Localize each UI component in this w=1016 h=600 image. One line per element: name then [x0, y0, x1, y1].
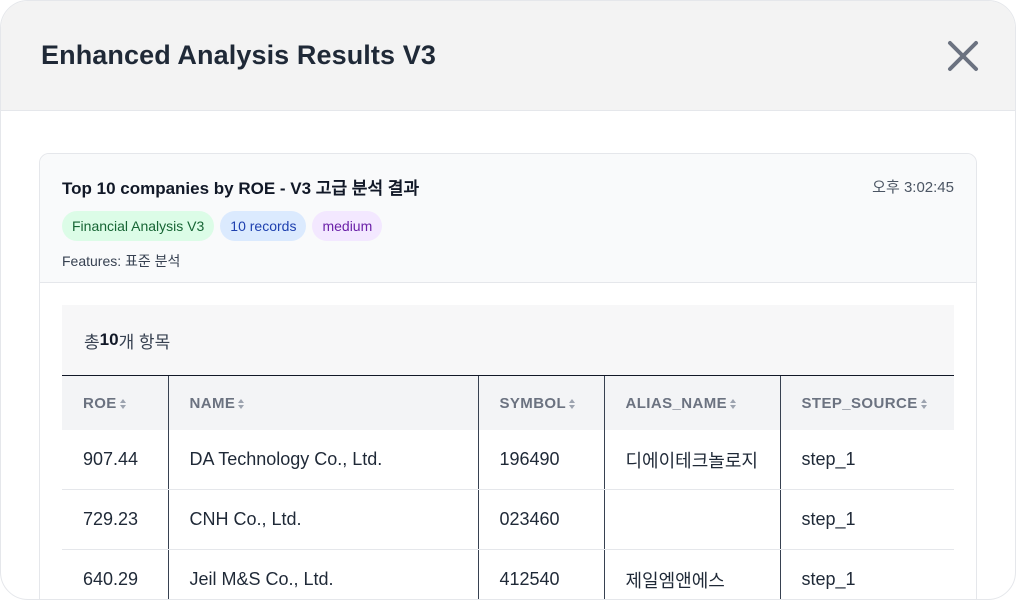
sort-icon [730, 398, 737, 409]
column-label: NAME [189, 394, 236, 412]
cell-name: Jeil M&S Co., Ltd. [167, 549, 478, 599]
cell-roe: 729.23 [62, 489, 168, 550]
modal-header: Enhanced Analysis Results V3 [1, 1, 1015, 111]
cell-roe: 907.44 [62, 430, 168, 490]
cell-symbol: 023460 [477, 489, 604, 550]
sort-icon [920, 398, 927, 409]
table-row: 640.29 Jeil M&S Co., Ltd. 412540 제일엠앤에스 … [62, 549, 954, 599]
table-header-row: ROE NAME SYMBOL ALIAS_NAME STEP_SOURCE [62, 376, 954, 430]
result-card-body: 총 10 개 항목 ROE NAME SYMBOL ALIAS_NAME STE… [40, 283, 976, 599]
result-card: Top 10 companies by ROE - V3 고급 분석 결과 오후… [39, 153, 977, 599]
sort-icon [238, 398, 245, 409]
close-icon [948, 40, 978, 71]
table-row: 729.23 CNH Co., Ltd. 023460 step_1 [62, 489, 954, 550]
modal-body: Top 10 companies by ROE - V3 고급 분석 결과 오후… [1, 111, 1015, 599]
cell-alias-name: 디에이테크놀로지 [603, 430, 780, 490]
complexity-badge: medium [312, 211, 383, 241]
sort-icon [119, 398, 126, 409]
cell-step-source: step_1 [779, 430, 954, 490]
column-header-name[interactable]: NAME [167, 376, 478, 430]
query-text: Top 10 companies by ROE - V3 고급 분석 결과 [62, 179, 420, 198]
close-button[interactable] [945, 38, 981, 74]
column-header-roe[interactable]: ROE [62, 376, 168, 430]
column-header-step-source[interactable]: STEP_SOURCE [779, 376, 954, 430]
cell-name: DA Technology Co., Ltd. [167, 430, 478, 490]
sort-icon [569, 398, 576, 409]
column-label: SYMBOL [499, 394, 567, 412]
column-label: ALIAS_NAME [625, 394, 728, 412]
badge-row: Financial Analysis V3 10 records medium [62, 211, 954, 241]
features-text: Features: 표준 분석 [62, 253, 181, 269]
cell-symbol: 412540 [477, 549, 604, 599]
analysis-results-modal: Enhanced Analysis Results V3 Top 10 comp… [0, 0, 1016, 600]
cell-step-source: step_1 [779, 489, 954, 550]
cell-symbol: 196490 [477, 430, 604, 490]
cell-alias-name: 제일엠앤에스 [603, 549, 780, 599]
summary-prefix: 총 [84, 332, 100, 352]
cell-name: CNH Co., Ltd. [167, 489, 478, 550]
column-header-alias-name[interactable]: ALIAS_NAME [603, 376, 780, 430]
column-label: STEP_SOURCE [801, 394, 918, 412]
record-count-badge: 10 records [220, 211, 307, 241]
results-table: ROE NAME SYMBOL ALIAS_NAME STEP_SOURCE 9… [62, 376, 954, 599]
summary-count: 10 [99, 330, 119, 349]
result-card-header: Top 10 companies by ROE - V3 고급 분석 결과 오후… [40, 154, 976, 283]
timestamp: 오후 3:02:45 [872, 179, 954, 196]
summary-suffix: 개 항목 [118, 332, 171, 352]
cell-roe: 640.29 [62, 549, 168, 599]
cell-step-source: step_1 [779, 549, 954, 599]
item-count-summary: 총 10 개 항목 [62, 305, 954, 376]
column-header-symbol[interactable]: SYMBOL [477, 376, 604, 430]
table-row: 907.44 DA Technology Co., Ltd. 196490 디에… [62, 430, 954, 490]
analysis-type-badge: Financial Analysis V3 [62, 211, 215, 241]
column-label: ROE [83, 394, 117, 412]
cell-alias-name [603, 489, 780, 550]
modal-title: Enhanced Analysis Results V3 [41, 40, 436, 70]
